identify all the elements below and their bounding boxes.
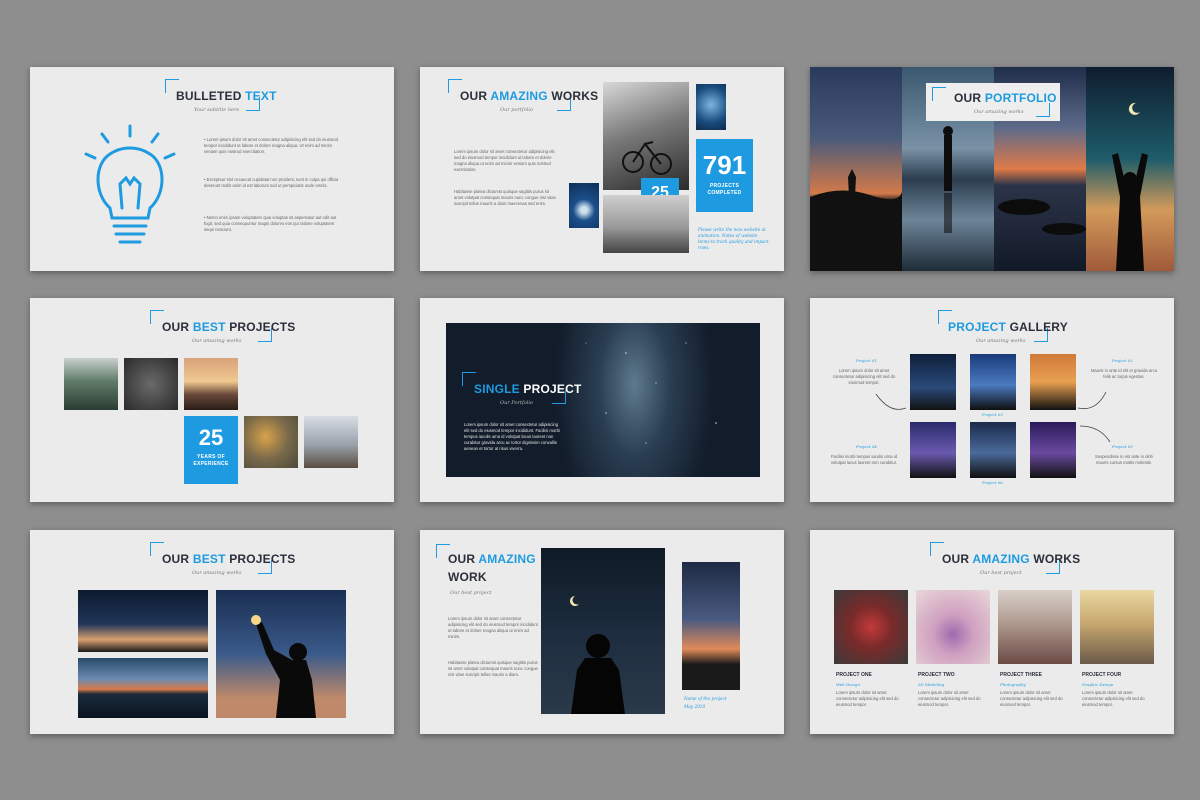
bracket-decor — [1036, 103, 1050, 117]
paragraph-1: Lorem ipsum dolor sit amet consectetur a… — [448, 616, 538, 639]
slide-title-line1: OUR AMAZING — [448, 552, 536, 566]
photo-man-moon — [541, 548, 665, 714]
bullet-2: • Excepteur sint occaecat cupidatat non … — [204, 177, 339, 188]
photo-coffee-cup — [569, 183, 599, 228]
bullet-1: • Lorem ipsum dolor sit amet consectetur… — [204, 137, 338, 154]
slide-subtitle: Our amazing works — [192, 570, 242, 576]
photo-sparkler-man — [216, 590, 346, 718]
slide-subtitle: Our best project — [980, 570, 1022, 576]
photo-pier — [603, 195, 689, 253]
photo-river-aerial — [78, 658, 208, 718]
paragraph-1: Lorem ipsum dolor sit amet consectetur a… — [454, 149, 555, 172]
note-text: Please write the new website at animatio… — [698, 227, 769, 250]
photo-sunset-person — [682, 562, 740, 690]
photo-mountains — [64, 358, 118, 410]
photo-blue-flower — [696, 84, 726, 130]
paragraph-2: Habitasse platea dictumst quisque sagitt… — [448, 660, 538, 677]
slide-subtitle: Our portfolio — [500, 107, 533, 113]
slide-best-projects-photos[interactable]: OUR BEST PROJECTS Our amazing works — [30, 530, 394, 734]
lightbulb-icon — [84, 124, 176, 244]
project-four-name: PROJECT FOUR — [1082, 672, 1122, 678]
slide-bulleted-text[interactable]: BULLETED TEXT Your subtitle here • Lorem… — [30, 67, 394, 271]
project-one-desc: Lorem ipsum dolor sit amet consectetur a… — [836, 690, 899, 707]
slide-subtitle: Our amazing works — [192, 338, 242, 344]
stat-projects-completed: 791 PROJECTS COMPLETED — [696, 139, 753, 212]
photo-milky-way — [446, 323, 760, 477]
slide-title: OUR AMAZING WORKS — [460, 89, 599, 103]
slide-amazing-work[interactable]: OUR AMAZING WORK Our best project Lorem … — [420, 530, 784, 734]
slide-amazing-works-cards[interactable]: OUR AMAZING WORKS Our best project PROJE… — [810, 530, 1174, 734]
photo-caption-date: May 2020 — [684, 704, 706, 709]
project-three-name: PROJECT THREE — [1000, 672, 1042, 678]
slide-best-projects-grid[interactable]: OUR BEST PROJECTS Our amazing works 25 Y… — [30, 298, 394, 502]
photo-hiker-sunset — [810, 67, 902, 271]
slide-title: BULLETED TEXT — [176, 89, 277, 103]
slide-title: SINGLE PROJECT — [474, 382, 582, 396]
slide-title: OUR PORTFOLIO — [954, 91, 1057, 105]
slide-amazing-works[interactable]: OUR AMAZING WORKS Our portfolio Lorem ip… — [420, 67, 784, 271]
project-three-tag: Photography — [1000, 682, 1026, 687]
slide-project-gallery[interactable]: PROJECT GALLERY Our amazing works Projec… — [810, 298, 1174, 502]
slide-portfolio[interactable]: OUR PORTFOLIO Our amazing works — [810, 67, 1174, 271]
project-four-desc: Lorem ipsum dolor sit amet consectetur a… — [1082, 690, 1145, 707]
project-two-photo — [916, 590, 990, 664]
project-two-desc: Lorem ipsum dolor sit amet consectetur a… — [918, 690, 981, 707]
project-one-photo — [834, 590, 908, 664]
connector-arrows — [875, 391, 1111, 443]
photo-woman-moon — [1086, 67, 1174, 271]
photo-caption-name: Name of the project — [684, 696, 727, 701]
photo-woman-city — [304, 416, 358, 468]
slide-subtitle: Our Portfolio — [500, 400, 533, 406]
project-description: Lorem ipsum dolor sit amet consectetur a… — [464, 422, 560, 451]
project-two-name: PROJECT TWO — [918, 672, 955, 678]
project-two-tag: 3D Modeling — [918, 682, 945, 687]
slide-subtitle: Your subtitle here — [194, 107, 240, 113]
photo-woman-portrait — [124, 358, 178, 410]
slide-title: OUR BEST PROJECTS — [162, 552, 296, 566]
project-one-tag: Web Design — [836, 682, 861, 687]
slide-title: OUR AMAZING WORKS — [942, 552, 1081, 566]
photo-umbrella-lights — [78, 590, 208, 652]
slide-subtitle: Our best project — [450, 590, 492, 596]
slide-title-line2: WORK — [448, 570, 487, 584]
bracket-decor — [932, 87, 946, 101]
project-one-name: PROJECT ONE — [836, 672, 872, 678]
stat-years-experience: 25 YEARS OF EXPERIENCE — [184, 416, 238, 484]
project-three-photo — [998, 590, 1072, 664]
photo-bicycle — [603, 82, 689, 190]
bullet-3: • Nemo enim ipsam voluptatem quia volupt… — [204, 215, 337, 232]
photo-sunflowers — [244, 416, 298, 468]
photo-couple-sunset — [184, 358, 238, 410]
paragraph-2: Habitasse platea dictumst quisque sagitt… — [454, 189, 556, 206]
slide-single-project[interactable]: SINGLE PROJECT Our Portfolio Lorem ipsum… — [420, 298, 784, 502]
slide-title: OUR BEST PROJECTS — [162, 320, 296, 334]
slide-subtitle: Our amazing works — [974, 109, 1024, 115]
project-four-photo — [1080, 590, 1154, 664]
project-three-desc: Lorem ipsum dolor sit amet consectetur a… — [1000, 690, 1063, 707]
project-four-tag: Graphic Design — [1082, 682, 1114, 687]
